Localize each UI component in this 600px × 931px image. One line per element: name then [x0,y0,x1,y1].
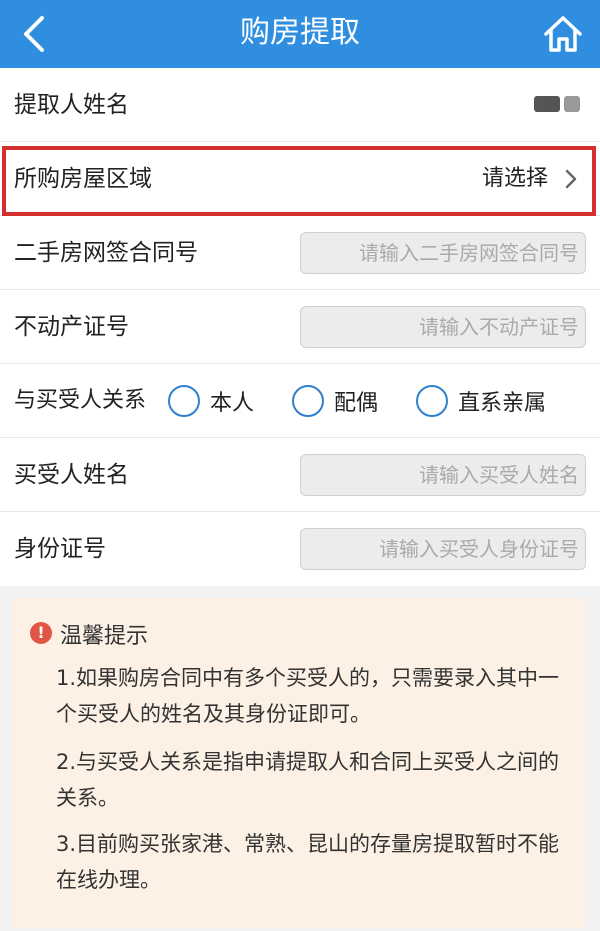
property-label: 不动产证号 [14,314,129,340]
tip-item: 3.目前购买张家港、常熟、昆山的存量房提取暂时不能在线办理。 [56,832,560,892]
home-icon [544,16,582,52]
relation-row: 与买受人关系 本人 配偶 直系亲属 [0,364,600,438]
radio-circle[interactable] [292,385,324,417]
page-title: 购房提取 [240,15,360,50]
relation-option-relative[interactable]: 直系亲属 [416,383,546,419]
relation-option-spouse[interactable]: 配偶 [292,383,378,419]
contract-row: 二手房网签合同号 [0,216,600,290]
tip-item: 1.如果购房合同中有多个买受人的，只需要录入其中一个买受人的姓名及其身份证即可。 [56,666,560,726]
contract-input[interactable] [300,232,586,274]
chevron-right-icon [564,142,578,216]
relation-label: 与买受人关系 [14,388,147,413]
home-button[interactable] [542,12,584,56]
region-select[interactable]: 请选择 [482,142,578,216]
tip-item: 2.与买受人关系是指申请提取人和合同上买受人之间的关系。 [56,750,560,810]
buyer-name-row: 买受人姓名 [0,438,600,512]
buyer-name-input[interactable] [300,454,586,496]
property-row: 不动产证号 [0,290,600,364]
relation-option-label: 配偶 [334,391,379,416]
applicant-name-row: 提取人姓名 [0,68,600,142]
radio-circle[interactable] [416,385,448,417]
id-number-label: 身份证号 [14,536,106,562]
applicant-name-label: 提取人姓名 [14,92,129,118]
contract-label: 二手房网签合同号 [14,240,198,266]
region-row[interactable]: 所购房屋区域 请选择 [0,142,600,216]
warning-icon: ! [30,622,52,644]
region-select-value: 请选择 [481,166,548,191]
region-label: 所购房屋区域 [14,166,152,192]
tips-panel: ! 温馨提示 1.如果购房合同中有多个买受人的，只需要录入其中一个买受人的姓名及… [12,598,586,928]
radio-circle[interactable] [168,385,200,417]
tips-title: 温馨提示 [60,624,149,649]
id-number-input[interactable] [300,528,586,570]
nav-bar: 购房提取 [0,0,600,68]
id-number-row: 身份证号 [0,512,600,586]
property-input[interactable] [300,306,586,348]
relation-option-label: 本人 [210,391,255,416]
applicant-name-value-masked [534,96,586,114]
withdrawal-form: 提取人姓名 所购房屋区域 请选择 二手房网签合同号 不动产证号 与买受人关系 本… [0,68,600,586]
buyer-name-label: 买受人姓名 [14,462,129,488]
relation-option-self[interactable]: 本人 [168,383,254,419]
relation-option-label: 直系亲属 [458,391,547,416]
